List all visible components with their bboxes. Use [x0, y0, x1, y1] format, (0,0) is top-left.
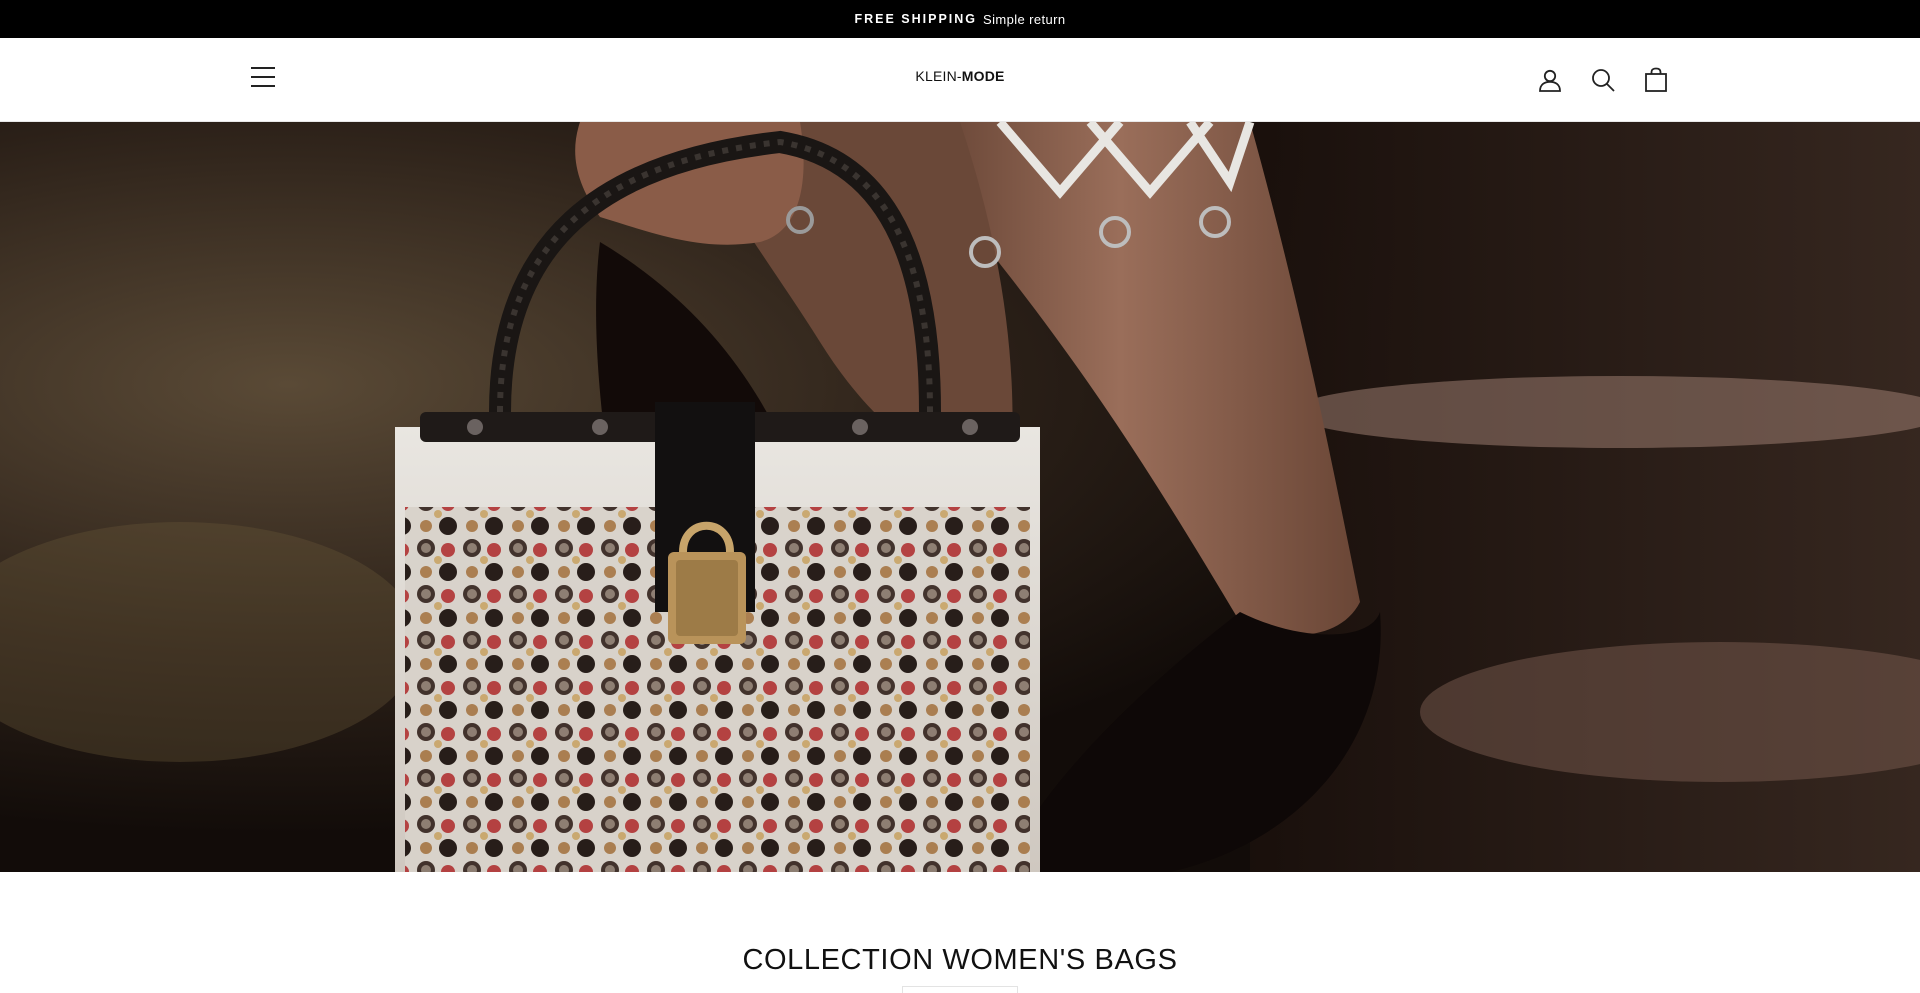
site-header: KLEIN-MODE: [0, 38, 1920, 122]
hero-handbag-illustration: [0, 122, 1920, 872]
announcement-bar: FREE SHIPPING Simple return: [0, 0, 1920, 38]
hamburger-menu-icon[interactable]: [250, 67, 278, 91]
header-icons: [1535, 65, 1671, 95]
collection-title: COLLECTION WOMEN'S BAGS: [742, 944, 1178, 976]
user-icon[interactable]: [1535, 65, 1565, 95]
announcement-bold-text: FREE SHIPPING: [854, 12, 978, 26]
site-logo[interactable]: KLEIN-MODE: [860, 68, 1060, 84]
logo-text-klein: KLEIN-: [915, 68, 962, 84]
hero-image: [0, 122, 1920, 872]
collection-title-divider: [902, 986, 1018, 993]
search-icon[interactable]: [1588, 65, 1618, 95]
logo-text-mode: MODE: [961, 68, 1005, 84]
announcement-text: Simple return: [983, 11, 1066, 27]
shopping-bag-icon[interactable]: [1641, 65, 1671, 95]
